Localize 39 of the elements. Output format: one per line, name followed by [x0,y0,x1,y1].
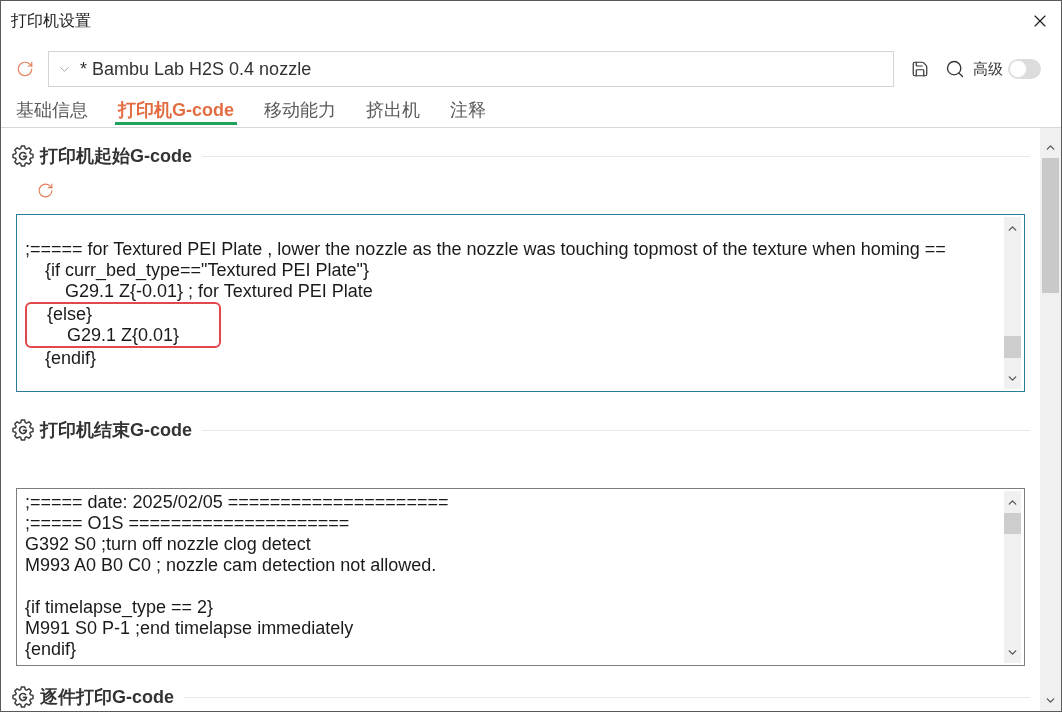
tab[interactable]: 基础信息 [13,98,91,125]
code-line: G29.1 Z{0.01} [66,325,180,346]
scrollbar[interactable] [1004,217,1021,389]
scrollbar[interactable] [1004,491,1021,663]
code-line: G29.1 Z{-0.01} ; for Textured PEI Plate [64,281,373,302]
code-line: {endif} [44,348,97,369]
code-line: {else} [46,304,94,325]
code-line: M991 S0 P-1 ;end timelapse immediately [25,618,354,639]
code-line: ;===== for Textured PEI Plate , lower the nozzle as the nozzle was touching topmost of the texture when homing == [25,239,946,260]
scrollbar[interactable] [1040,128,1061,711]
refresh-icon[interactable] [37,182,54,199]
advanced-label: 高级 [973,58,1003,79]
code-line: {endif} [25,639,77,660]
section-title: 逐件打印G-code [40,686,174,708]
scrollbar-thumb[interactable] [1004,513,1021,534]
gear-icon [12,419,34,441]
code-line: G392 S0 ;turn off nozzle clog detect [25,534,311,555]
code-line: ;===== date: 2025/02/05 ===================== [25,492,449,513]
code-editor[interactable] [16,488,1025,666]
toggle-switch[interactable] [1008,59,1041,79]
code-editor[interactable] [16,214,1025,392]
tab[interactable]: 移动能力 [261,98,339,125]
tab[interactable]: 注释 [447,98,489,125]
code-line: {if curr_bed_type=="Textured PEI Plate"} [44,260,369,281]
search-icon[interactable] [945,59,965,79]
gear-icon [12,145,34,167]
scrollbar-thumb[interactable] [1004,336,1021,358]
window-title: 打印机设置 [11,11,91,31]
section-title: 打印机结束G-code [40,419,192,441]
section-title: 打印机起始G-code [40,145,192,167]
gear-icon [12,686,34,708]
scrollbar-thumb[interactable] [1042,158,1059,293]
code-line: ;===== O1S ===================== [25,513,350,534]
tab[interactable]: 挤出机 [363,98,423,125]
save-icon[interactable] [911,60,929,78]
code-line: {if timelapse_type == 2} [25,597,214,618]
refresh-icon[interactable] [16,60,34,78]
preset-dropdown[interactable]: * Bambu Lab H2S 0.4 nozzle [48,51,894,87]
code-line: M993 A0 B0 C0 ; nozzle cam detection not allowed. [25,555,437,576]
